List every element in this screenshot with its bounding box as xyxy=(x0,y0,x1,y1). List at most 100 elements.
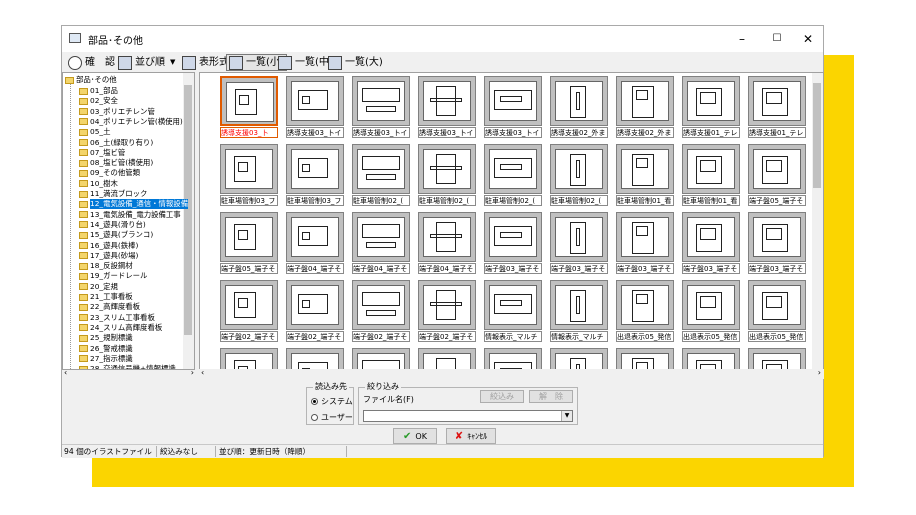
ok-button[interactable]: ✔ OK xyxy=(393,428,437,444)
tree-item[interactable]: 11_満流ブロック xyxy=(79,189,147,199)
thumbnail-item[interactable]: 出退表示05_発信 xyxy=(616,280,674,343)
tree-item[interactable]: 20_定規 xyxy=(79,282,118,292)
thumbnail-item[interactable]: 端子盤04_端子そ xyxy=(286,212,344,275)
thumbnail-item[interactable]: 端子盤02_端子そ xyxy=(286,280,344,343)
tree-item[interactable]: 25_規制標識 xyxy=(79,333,133,343)
thumbnail-item[interactable]: 誘導支援02_外ま xyxy=(550,76,608,139)
thumbnail-item[interactable] xyxy=(748,348,806,369)
thumbnail-item[interactable]: 誘導支援03_卜イ xyxy=(418,76,476,139)
grid-vertical-scrollbar[interactable] xyxy=(812,73,823,369)
thumbnail-item[interactable]: 端子盤04_端子そ xyxy=(418,212,476,275)
tree-item[interactable]: 24_スリム高輝度看板 xyxy=(79,323,162,333)
tree-item[interactable]: 21_工事看板 xyxy=(79,292,133,302)
thumbnail-item[interactable] xyxy=(616,348,674,369)
tree-item[interactable]: 17_遊具(砂場) xyxy=(79,251,138,261)
thumbnail-item[interactable]: 駐車場管制01_看 xyxy=(616,144,674,207)
filter-apply-button[interactable]: 絞込み xyxy=(480,390,524,403)
thumbnail-item[interactable]: 駐車場管制01_看 xyxy=(682,144,740,207)
thumbnail-item[interactable]: 駐車場管制03_フ xyxy=(286,144,344,207)
thumbnail-item[interactable]: 誘導支援03_卜イ xyxy=(286,76,344,139)
grid-horizontal-scrollbar[interactable]: ‹ › xyxy=(199,368,824,379)
maximize-button[interactable]: ☐ xyxy=(762,29,792,49)
tree-root[interactable]: 部品･その他 xyxy=(65,75,117,85)
thumbnail-item[interactable] xyxy=(682,348,740,369)
tree-item[interactable]: 02_安全 xyxy=(79,96,118,106)
thumbnail-item[interactable]: 端子盤03_端子そ xyxy=(748,212,806,275)
tree-item[interactable]: 26_警戒標識 xyxy=(79,344,133,354)
tree-item[interactable]: 10_樹木 xyxy=(79,179,118,189)
tree-item[interactable]: 22_高輝度看板 xyxy=(79,302,140,312)
tree-vertical-scrollbar[interactable] xyxy=(183,73,194,369)
thumbnail-item[interactable]: 駐車場管制02_( xyxy=(352,144,410,207)
tree-item[interactable]: 07_塩ビ管 xyxy=(79,148,125,158)
tree-item[interactable]: 27_指示標識 xyxy=(79,354,133,364)
scroll-left-icon[interactable]: ‹ xyxy=(64,368,67,377)
tree-item[interactable]: 04_ポリエチレン管(横使用) xyxy=(79,117,183,127)
table-view-button[interactable]: 表形式 xyxy=(182,54,229,71)
tree-horizontal-scrollbar[interactable]: ‹ › xyxy=(62,368,197,379)
thumbnail-item[interactable]: 出退表示05_発信 xyxy=(682,280,740,343)
thumbnail-item[interactable]: 端子盤03_端子そ xyxy=(616,212,674,275)
chevron-down-icon[interactable]: ▼ xyxy=(561,411,572,421)
thumbnail-item[interactable] xyxy=(484,348,542,369)
thumbnail-item[interactable]: 端子盤05_端子そ xyxy=(748,144,806,207)
thumbnail-item[interactable] xyxy=(352,348,410,369)
thumbnail-item[interactable]: 駐車場管制02_( xyxy=(418,144,476,207)
list-large-button[interactable]: 一覧(大) xyxy=(328,54,383,71)
thumbnail-item[interactable]: 誘導支援01_テレ xyxy=(682,76,740,139)
tree-item[interactable]: 23_スリム工事看板 xyxy=(79,313,155,323)
scroll-right-icon[interactable]: › xyxy=(818,368,821,377)
tree-item[interactable]: 08_塩ビ管(横使用) xyxy=(79,158,153,168)
thumbnail-item[interactable]: 端子盤05_端子そ xyxy=(220,212,278,275)
thumbnail-item[interactable]: 駐車場管制02_( xyxy=(550,144,608,207)
thumbnail-item[interactable]: 端子盤02_端子そ xyxy=(418,280,476,343)
radio-system[interactable]: システム xyxy=(311,396,353,407)
thumbnail-item[interactable]: 出退表示05_発信 xyxy=(748,280,806,343)
thumbnail-item[interactable]: 誘導支援01_テレ xyxy=(748,76,806,139)
scroll-left-icon[interactable]: ‹ xyxy=(201,368,204,377)
confirm-button[interactable]: 確 認 xyxy=(68,54,115,71)
tree-item[interactable]: 03_ポリエチレン管 xyxy=(79,107,155,117)
thumbnail-item[interactable]: 端子盤03_端子そ xyxy=(484,212,542,275)
minimize-button[interactable]: – xyxy=(727,29,757,49)
thumbnail-item[interactable]: 端子盤03_端子そ xyxy=(682,212,740,275)
thumbnail-item[interactable]: 情報表示_マルチ xyxy=(550,280,608,343)
scroll-right-icon[interactable]: › xyxy=(191,368,194,377)
tree-item[interactable]: 06_土(緑取り有り) xyxy=(79,138,153,148)
tree-item[interactable]: 09_その他管類 xyxy=(79,168,140,178)
thumbnail-item[interactable]: 情報表示_マルチ xyxy=(484,280,542,343)
thumbnail-item[interactable]: 端子盤04_端子そ xyxy=(352,212,410,275)
thumbnail-item[interactable]: 端子盤02_端子そ xyxy=(220,280,278,343)
thumbnail-item[interactable]: 誘導支援03_卜イ xyxy=(352,76,410,139)
thumbnail-item[interactable]: 誘導支援03_卜イ xyxy=(484,76,542,139)
tree-item[interactable]: 18_反設鋼材 xyxy=(79,261,133,271)
radio-user[interactable]: ユーザー xyxy=(311,412,353,423)
tree-item[interactable]: 01_部品 xyxy=(79,86,118,96)
thumbnail-item[interactable]: 駐車場管制02_( xyxy=(484,144,542,207)
file-name-combobox[interactable]: ▼ xyxy=(363,410,573,422)
category-tree[interactable]: 部品･その他 01_部品 02_安全 03_ポリエチレン管 04_ポリエチレン管(横使… xyxy=(62,72,195,370)
thumbnail-item[interactable]: 誘導支援02_外ま xyxy=(616,76,674,139)
list-medium-button[interactable]: 一覧(中) xyxy=(278,54,333,71)
tree-item[interactable]: 12_電気設備_通信・情報設備 xyxy=(79,199,189,210)
tree-item[interactable]: 05_土 xyxy=(79,127,111,137)
thumbnail-item[interactable]: 駐車場管制03_フ xyxy=(220,144,278,207)
thumbnail-item[interactable] xyxy=(220,348,278,369)
close-button[interactable]: ✕ xyxy=(793,29,823,49)
tree-item[interactable]: 14_遊具(滑り台) xyxy=(79,220,146,230)
thumbnail-item[interactable] xyxy=(286,348,344,369)
grid-scroll-thumb[interactable] xyxy=(813,83,821,188)
tree-item[interactable]: 19_ガードレール xyxy=(79,271,147,281)
thumbnail-grid[interactable]: 出退表示05_発信 出退表示05_発信 出退表示05_発信 情報表示_マルチ 情報表示_… xyxy=(199,72,824,370)
sort-button[interactable]: 並び順 ▼ xyxy=(118,54,175,71)
tree-scroll-thumb[interactable] xyxy=(184,85,192,335)
tree-item[interactable]: 13_電気設備_電力設備工事 xyxy=(79,210,181,220)
cancel-button[interactable]: ✘ ｷｬﾝｾﾙ xyxy=(446,428,496,444)
thumbnail-item[interactable] xyxy=(418,348,476,369)
tree-item[interactable]: 16_遊具(鉄棒) xyxy=(79,241,138,251)
thumbnail-item[interactable]: 端子盤02_端子そ xyxy=(352,280,410,343)
filter-clear-button[interactable]: 解 除 xyxy=(529,390,573,403)
thumbnail-item[interactable]: 誘導支援03_卜 xyxy=(220,76,278,139)
thumbnail-item[interactable]: 端子盤03_端子そ xyxy=(550,212,608,275)
tree-item[interactable]: 15_遊具(ブランコ) xyxy=(79,230,153,240)
